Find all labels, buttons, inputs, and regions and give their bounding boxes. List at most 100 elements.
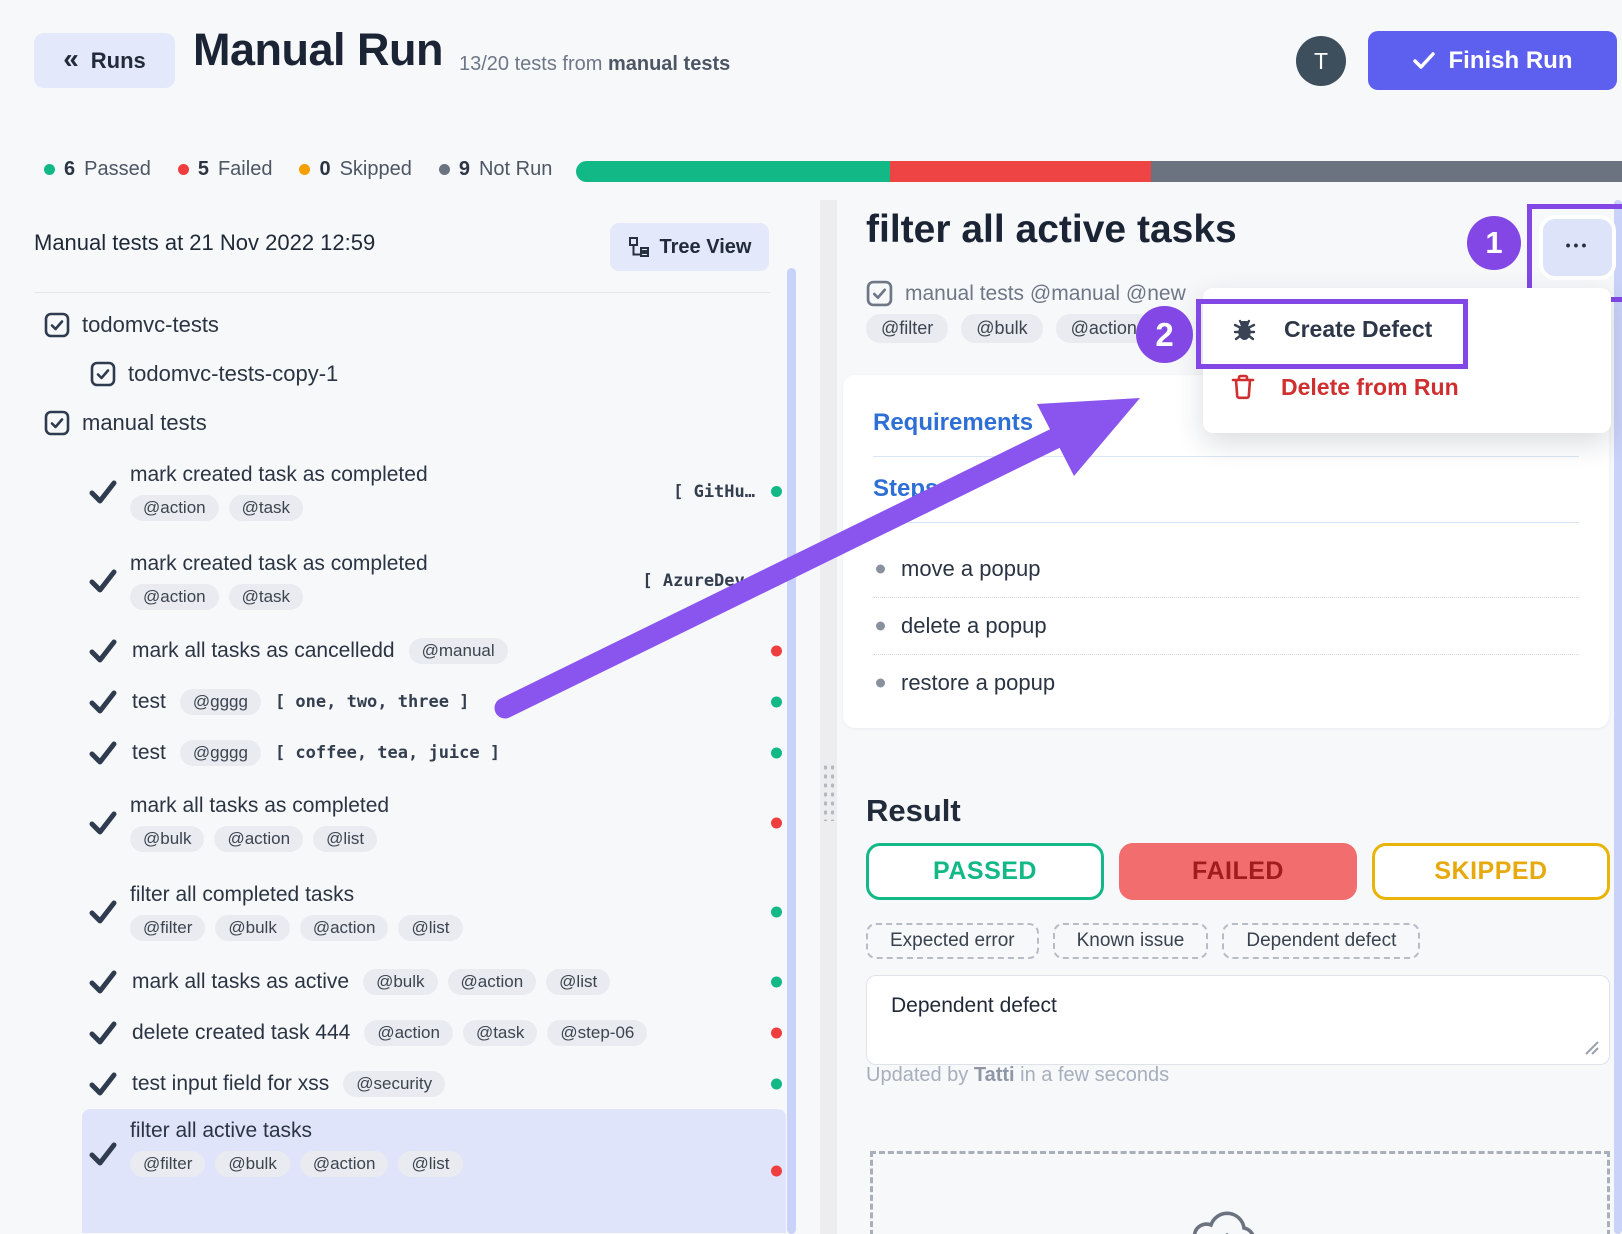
- updated-status: Updated by Tatti in a few seconds: [866, 1064, 1169, 1087]
- progress-segment: [1151, 161, 1622, 182]
- tag-list: @bulk@action@list: [130, 826, 389, 852]
- test-title: mark created task as completed: [130, 463, 428, 487]
- tag: @bulk: [961, 314, 1042, 343]
- section-divider: [873, 456, 1579, 457]
- row-status: [771, 1166, 782, 1177]
- test-title: mark all tasks as completed: [130, 794, 389, 818]
- progress-segment: [890, 161, 1152, 182]
- tag: @action: [364, 1020, 453, 1046]
- subtitle-prefix: 13/20 tests from: [459, 53, 602, 75]
- back-to-runs-button[interactable]: « Runs: [34, 33, 175, 88]
- check-icon: [88, 479, 118, 505]
- test-row[interactable]: mark all tasks as active@bulk@action@lis…: [34, 956, 786, 1007]
- result-buttons: PASSED FAILED SKIPPED: [866, 843, 1610, 900]
- progress-segment: [576, 161, 890, 182]
- check-icon: [88, 568, 118, 594]
- suite-row[interactable]: manual tests: [34, 398, 786, 447]
- status-dot-failed: [771, 1027, 782, 1038]
- status-dot-passed: [771, 1078, 782, 1089]
- status-dot-failed: [771, 1166, 782, 1177]
- tree-view-button[interactable]: Tree View: [610, 223, 769, 271]
- divider-drag-handle[interactable]: [822, 763, 835, 821]
- suite-row[interactable]: todomvc-tests: [34, 300, 786, 349]
- left-scrollbar[interactable]: [787, 268, 796, 1234]
- status-dot: [44, 164, 55, 175]
- test-row[interactable]: mark created task as completed@action@ta…: [34, 447, 786, 536]
- test-row[interactable]: test@gggg[ one, two, three ]: [34, 676, 786, 727]
- step-item: move a popup: [873, 541, 1579, 598]
- panel-divider[interactable]: [820, 200, 837, 1234]
- result-failed-button[interactable]: FAILED: [1119, 843, 1357, 900]
- status-dot: [439, 164, 450, 175]
- suite-icon: [44, 312, 70, 338]
- tag: @list: [398, 915, 462, 941]
- tag: @gggg: [180, 740, 261, 766]
- tag: @task: [463, 1020, 537, 1046]
- step-item: restore a popup: [873, 655, 1579, 711]
- tag: @list: [546, 969, 610, 995]
- tag: @bulk: [215, 1151, 289, 1177]
- check-icon: [88, 740, 118, 766]
- result-comment-input[interactable]: Dependent defect: [866, 975, 1610, 1065]
- finish-run-button[interactable]: Finish Run: [1368, 31, 1617, 90]
- result-quick-tags: Expected error Known issue Dependent defec…: [866, 923, 1420, 959]
- tree-view-icon: [628, 236, 650, 258]
- checkmark-icon: [88, 568, 118, 594]
- tag: @action: [300, 915, 389, 941]
- tag-list: @filter @bulk @action @list: [130, 915, 463, 941]
- test-row[interactable]: test@gggg[ coffee, tea, juice ]: [34, 727, 786, 778]
- check-icon: [88, 1071, 118, 1097]
- tag: @step-06: [547, 1020, 647, 1046]
- test-row[interactable]: test input field for xss@security: [34, 1058, 786, 1109]
- suite-label: manual tests: [82, 410, 207, 436]
- test-row[interactable]: mark all tasks as cancelledd@manual: [34, 625, 786, 676]
- check-icon: [88, 810, 118, 836]
- checkmark-icon: [88, 689, 118, 715]
- row-status: [771, 906, 782, 917]
- tag: @bulk: [363, 969, 437, 995]
- tag-list: @action @task @step-06: [364, 1020, 647, 1046]
- stat-skipped: 0Skipped: [299, 158, 411, 181]
- status-dot-failed: [771, 817, 782, 828]
- run-progress-bar: [576, 161, 1622, 182]
- stat-passed: 6Passed: [44, 158, 151, 181]
- result-skipped-button[interactable]: SKIPPED: [1372, 843, 1610, 900]
- page-title: Manual Run: [193, 24, 443, 76]
- check-icon: [88, 899, 118, 925]
- breadcrumb: manual tests @manual @new: [866, 280, 1186, 307]
- resize-handle-icon[interactable]: [1582, 1038, 1600, 1056]
- cloud-upload-icon: [1190, 1200, 1264, 1234]
- tag: @bulk: [215, 915, 289, 941]
- list-divider: [34, 292, 770, 293]
- checkmark-icon: [88, 969, 118, 995]
- steps-heading[interactable]: Steps: [873, 475, 1579, 503]
- tag: @gggg: [180, 689, 261, 715]
- quick-tag[interactable]: Expected error: [866, 923, 1039, 959]
- tag: @filter: [130, 915, 205, 941]
- suite-row[interactable]: todomvc-tests-copy-1: [34, 349, 786, 398]
- check-icon: [88, 1141, 118, 1167]
- right-scrollbar[interactable]: [1614, 200, 1622, 1234]
- step-item: delete a popup: [873, 598, 1579, 655]
- test-row[interactable]: mark created task as completed@action@ta…: [34, 536, 786, 625]
- tag: @task: [229, 495, 303, 521]
- tag: @manual: [409, 638, 508, 664]
- check-icon: [88, 638, 118, 664]
- tag: @action: [130, 584, 219, 610]
- updated-user: Tatti: [974, 1064, 1015, 1086]
- test-row[interactable]: delete created task 444@action@task@step…: [34, 1007, 786, 1058]
- test-row[interactable]: filter all completed tasks@filter@bulk@a…: [34, 867, 786, 956]
- suite-label: todomvc-tests-copy-1: [128, 361, 338, 387]
- test-title: test: [132, 741, 166, 765]
- check-icon: [88, 1020, 118, 1046]
- quick-tag[interactable]: Dependent defect: [1222, 923, 1420, 959]
- quick-tag[interactable]: Known issue: [1053, 923, 1209, 959]
- steps-list: move a popupdelete a popuprestore a popu…: [873, 541, 1579, 711]
- avatar[interactable]: T: [1296, 36, 1346, 86]
- test-row[interactable]: mark all tasks as completed @bulk@action@…: [34, 778, 786, 867]
- trash-icon: [1231, 374, 1255, 400]
- test-row-selected[interactable]: filter all active tasks@filter@bulk@acti…: [82, 1109, 786, 1233]
- run-stats: 6Passed 5Failed 0Skipped 9Not Run: [44, 158, 552, 181]
- tag-list: @manual: [409, 638, 508, 664]
- result-passed-button[interactable]: PASSED: [866, 843, 1104, 900]
